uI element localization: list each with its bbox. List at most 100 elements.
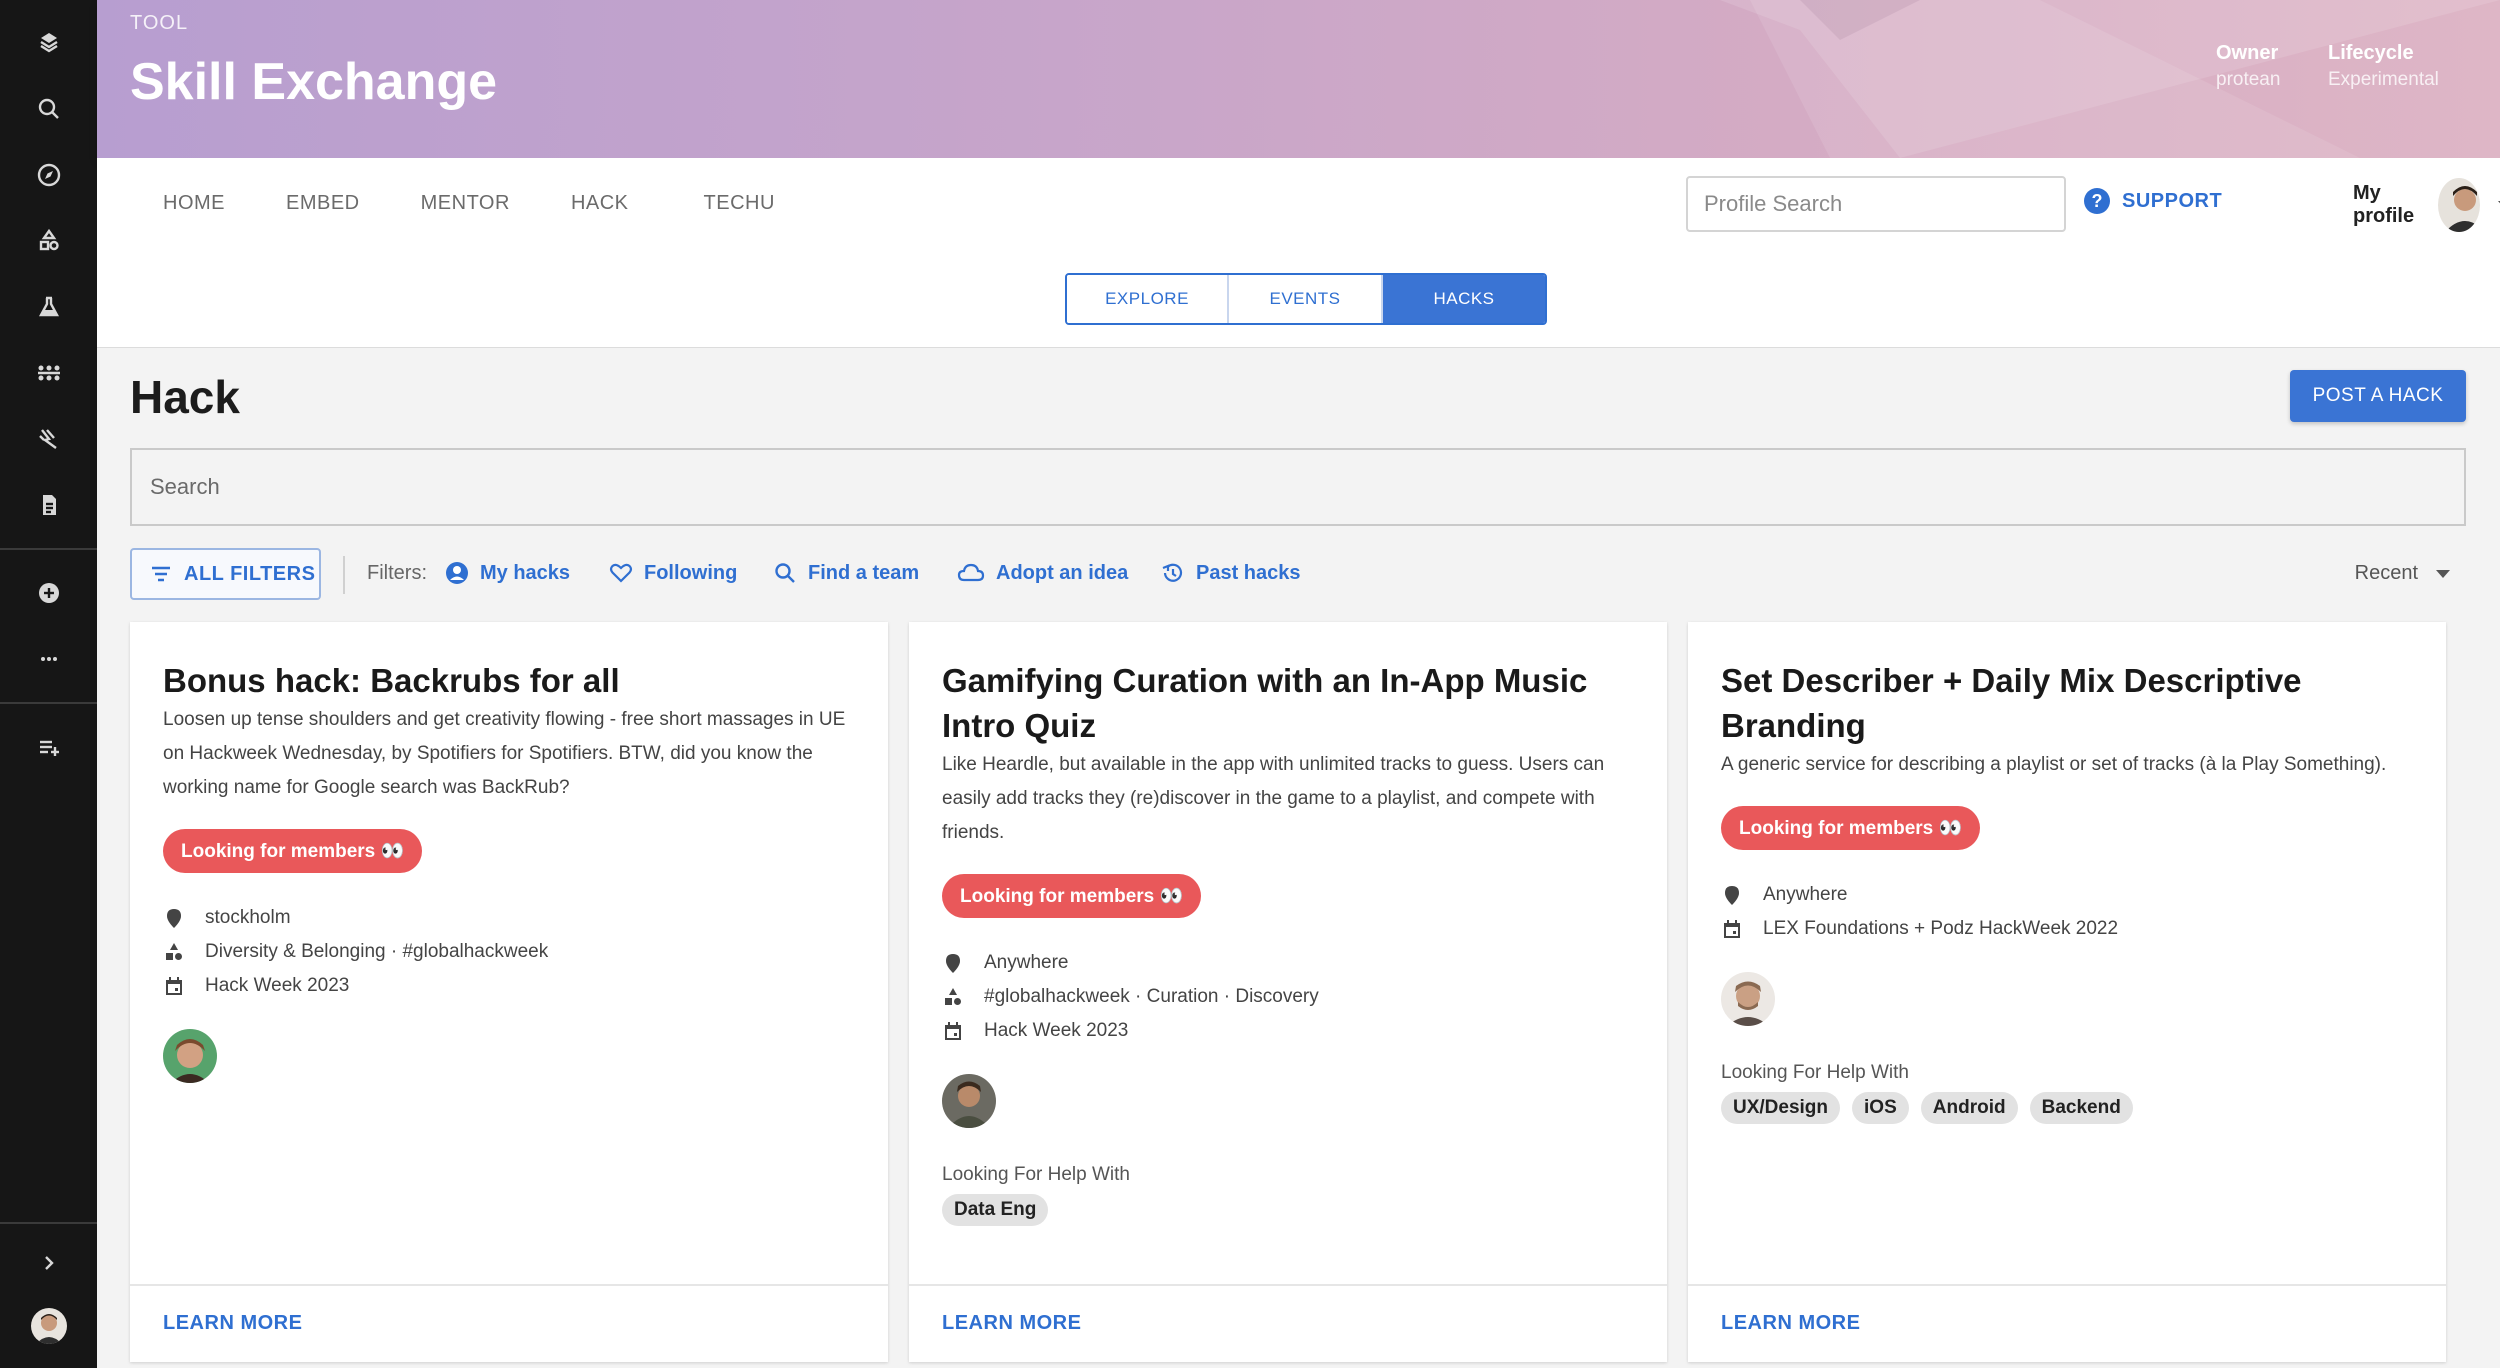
org-chart-icon[interactable] xyxy=(0,340,97,406)
hack-search-input[interactable] xyxy=(130,448,2466,526)
chevron-down-icon xyxy=(2436,569,2450,578)
hack-card-body: Set Describer + Daily Mix Descriptive Br… xyxy=(1721,658,2413,1124)
filters-row: ALL FILTERS Filters: My hacks Following … xyxy=(130,548,2466,600)
profile-search-input[interactable] xyxy=(1686,176,2066,232)
history-icon xyxy=(1162,563,1183,582)
tags-text: #globalhackweek · Curation · Discovery xyxy=(984,986,1319,1007)
filter-find-a-team[interactable]: Find a team xyxy=(772,560,919,586)
hack-card-title[interactable]: Set Describer + Daily Mix Descriptive Br… xyxy=(1721,658,2413,748)
hack-card-title[interactable]: Gamifying Curation with an In-App Music … xyxy=(942,658,1634,748)
tool-title: Skill Exchange xyxy=(130,53,498,111)
shapes-icon[interactable] xyxy=(0,208,97,274)
member-avatar[interactable] xyxy=(942,1074,996,1128)
calendar-icon xyxy=(166,977,182,995)
hack-card-description: A generic service for describing a playl… xyxy=(1721,754,2387,775)
flask-icon[interactable] xyxy=(0,274,97,340)
skill-chip[interactable]: Data Eng xyxy=(942,1194,1049,1226)
location-text: stockholm xyxy=(205,907,291,928)
location-text: Anywhere xyxy=(984,952,1069,973)
filter-adopt-an-idea-label: Adopt an idea xyxy=(996,561,1129,584)
hack-card-footer: LEARN MORE xyxy=(909,1284,1667,1362)
filter-my-hacks[interactable]: My hacks xyxy=(444,560,570,586)
search-icon xyxy=(775,563,795,583)
sidebar-user-avatar[interactable] xyxy=(30,1308,67,1344)
filter-following-label: Following xyxy=(644,561,738,584)
skills-list: Data Eng xyxy=(942,1194,1634,1226)
profile-avatar xyxy=(2438,178,2481,232)
nav-embed[interactable]: EMBED xyxy=(286,192,360,215)
search-icon[interactable] xyxy=(0,76,97,142)
learn-more-link[interactable]: LEARN MORE xyxy=(1721,1312,1860,1335)
post-a-hack-button[interactable]: POST A HACK xyxy=(2290,370,2466,422)
left-sidebar xyxy=(0,0,97,1368)
member-avatar[interactable] xyxy=(163,1029,217,1083)
section-tabs: EXPLORE EVENTS HACKS xyxy=(1065,273,1547,325)
skill-chip[interactable]: Backend xyxy=(2029,1092,2133,1124)
sort-label: Recent xyxy=(2354,562,2418,584)
playlist-add-icon[interactable] xyxy=(0,714,97,780)
location-pin-icon xyxy=(167,909,181,928)
nav-home[interactable]: HOME xyxy=(163,192,225,215)
owner-meta: Owner protean xyxy=(2216,42,2280,91)
hack-card[interactable]: Bonus hack: Backrubs for all Loosen up t… xyxy=(130,622,888,1362)
hack-card-title[interactable]: Bonus hack: Backrubs for all xyxy=(163,658,855,703)
hack-card-meta: Anywhere LEX Foundations + Podz HackWeek… xyxy=(1721,878,2413,946)
event-row: Hack Week 2023 xyxy=(942,1014,1634,1048)
sort-select[interactable]: Recent xyxy=(2355,562,2450,585)
tags-row: #globalhackweek · Curation · Discovery xyxy=(942,980,1634,1014)
location-row: stockholm xyxy=(163,901,855,935)
backstage-logo-icon[interactable] xyxy=(0,10,97,76)
my-profile-label: My profile xyxy=(2353,182,2415,227)
lifecycle-meta: Lifecycle Experimental xyxy=(2328,42,2439,91)
location-row: Anywhere xyxy=(942,946,1634,980)
shapes-icon xyxy=(166,943,182,960)
hack-card[interactable]: Set Describer + Daily Mix Descriptive Br… xyxy=(1688,622,2446,1362)
tags-row: Diversity & Belonging · #globalhackweek xyxy=(163,935,855,969)
event-text: Hack Week 2023 xyxy=(205,975,350,996)
account-circle-icon xyxy=(446,562,468,584)
filter-find-a-team-label: Find a team xyxy=(808,561,920,584)
expand-chevron-icon[interactable] xyxy=(0,1230,97,1296)
filter-my-hacks-label: My hacks xyxy=(480,561,571,584)
my-profile-menu[interactable]: My profile xyxy=(2353,178,2500,232)
sidebar-bottom xyxy=(0,1222,97,1368)
skill-chip[interactable]: iOS xyxy=(1852,1092,1909,1124)
sidebar-divider xyxy=(0,702,97,704)
skill-chip[interactable]: Android xyxy=(1920,1092,2018,1124)
sidebar-divider xyxy=(0,1222,97,1224)
all-filters-button[interactable]: ALL FILTERS xyxy=(130,548,321,600)
filter-past-hacks-label: Past hacks xyxy=(1196,561,1301,584)
filters-label: Filters: xyxy=(367,562,427,584)
hack-card[interactable]: Gamifying Curation with an In-App Music … xyxy=(909,622,1667,1362)
tags-text: Diversity & Belonging · #globalhackweek xyxy=(205,941,549,962)
document-icon[interactable] xyxy=(0,472,97,538)
filter-adopt-an-idea[interactable]: Adopt an idea xyxy=(956,560,1128,586)
tab-events[interactable]: EVENTS xyxy=(1229,275,1383,323)
calendar-icon xyxy=(1724,920,1740,938)
event-row: LEX Foundations + Podz HackWeek 2022 xyxy=(1721,912,2413,946)
tab-explore[interactable]: EXPLORE xyxy=(1067,275,1229,323)
hack-card-footer: LEARN MORE xyxy=(130,1284,888,1362)
location-pin-icon xyxy=(946,954,960,973)
tab-hacks[interactable]: HACKS xyxy=(1383,275,1545,323)
hack-card-description: Loosen up tense shoulders and get creati… xyxy=(163,709,846,798)
nav-techu[interactable]: TECHU xyxy=(704,192,775,215)
nav-hack[interactable]: HACK xyxy=(571,192,629,215)
tool-header-banner: TOOL Skill Exchange Owner protean Lifecy… xyxy=(97,0,2500,158)
support-link[interactable]: ? SUPPORT xyxy=(2084,188,2222,214)
nav-mentor[interactable]: MENTOR xyxy=(421,192,510,215)
filter-past-hacks[interactable]: Past hacks xyxy=(1160,560,1301,586)
learn-more-link[interactable]: LEARN MORE xyxy=(163,1312,302,1335)
event-text: Hack Week 2023 xyxy=(984,1020,1129,1041)
filter-following[interactable]: Following xyxy=(608,560,737,586)
owner-label: Owner xyxy=(2216,42,2279,64)
more-icon[interactable] xyxy=(0,626,97,692)
learn-more-link[interactable]: LEARN MORE xyxy=(942,1312,1081,1335)
member-avatar[interactable] xyxy=(1721,972,1775,1026)
skill-chip[interactable]: UX/Design xyxy=(1721,1092,1841,1124)
shapes-icon xyxy=(945,988,961,1005)
location-row: Anywhere xyxy=(1721,878,2413,912)
lightning-tools-icon[interactable] xyxy=(0,406,97,472)
compass-icon[interactable] xyxy=(0,142,97,208)
add-circle-icon[interactable] xyxy=(0,560,97,626)
